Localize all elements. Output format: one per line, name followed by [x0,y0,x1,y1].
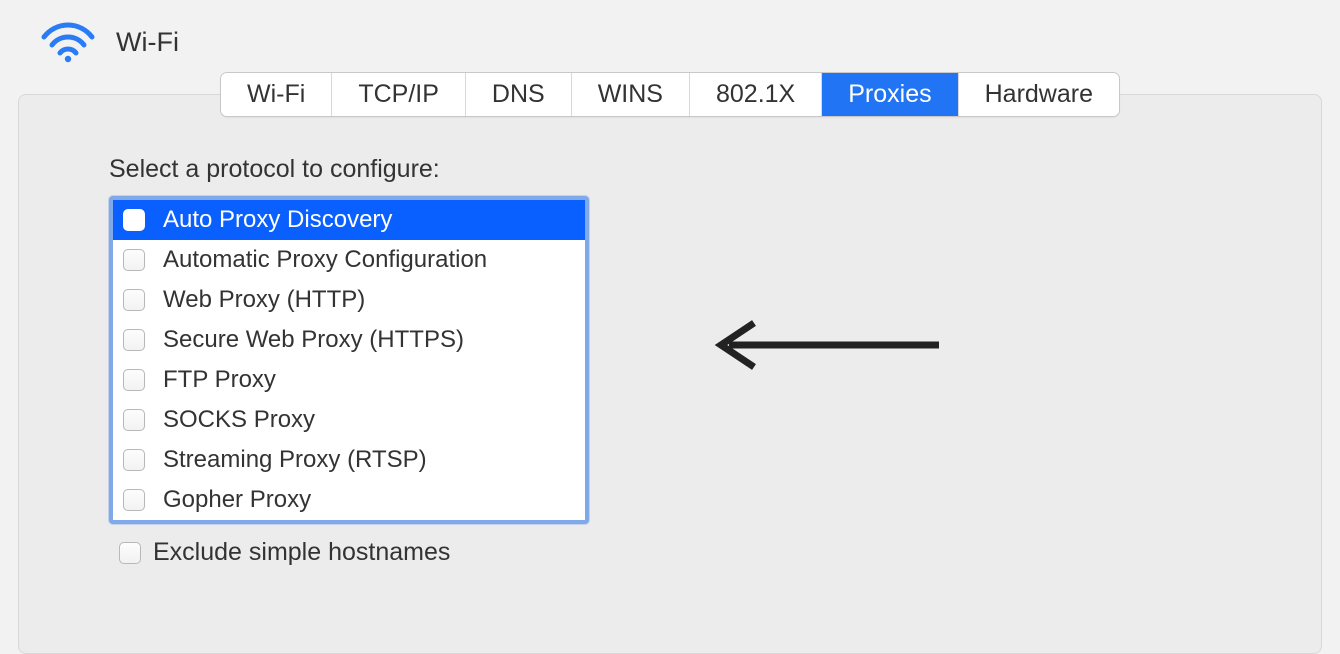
protocol-item-gopher[interactable]: Gopher Proxy [113,480,585,520]
protocol-label: Auto Proxy Discovery [163,206,392,234]
tab-wifi[interactable]: Wi-Fi [221,73,332,116]
exclude-label: Exclude simple hostnames [153,538,450,567]
protocol-label: SOCKS Proxy [163,406,315,434]
checkbox[interactable] [123,369,145,391]
protocol-item-ftp[interactable]: FTP Proxy [113,360,585,400]
tabs: Wi-Fi TCP/IP DNS WINS 802.1X Proxies Har… [220,72,1120,117]
tab-bar: Wi-Fi TCP/IP DNS WINS 802.1X Proxies Har… [0,72,1340,117]
protocol-item-auto-config[interactable]: Automatic Proxy Configuration [113,240,585,280]
protocol-label: Web Proxy (HTTP) [163,286,365,314]
wifi-icon [40,22,96,62]
protocol-label: FTP Proxy [163,366,276,394]
page-title: Wi-Fi [116,27,179,58]
window-header: Wi-Fi [0,0,1340,72]
tab-dns[interactable]: DNS [466,73,572,116]
checkbox[interactable] [119,542,141,564]
checkbox[interactable] [123,489,145,511]
protocol-section-label: Select a protocol to configure: [109,155,1281,184]
checkbox[interactable] [123,449,145,471]
protocol-label: Secure Web Proxy (HTTPS) [163,326,464,354]
protocol-item-https[interactable]: Secure Web Proxy (HTTPS) [113,320,585,360]
arrow-annotation-icon [699,315,949,380]
tab-hardware[interactable]: Hardware [959,73,1119,116]
tab-proxies[interactable]: Proxies [822,73,958,116]
checkbox[interactable] [123,409,145,431]
protocol-label: Streaming Proxy (RTSP) [163,446,427,474]
protocol-item-rtsp[interactable]: Streaming Proxy (RTSP) [113,440,585,480]
protocol-label: Gopher Proxy [163,486,311,514]
checkbox[interactable] [123,209,145,231]
checkbox[interactable] [123,329,145,351]
protocol-item-socks[interactable]: SOCKS Proxy [113,400,585,440]
settings-panel: Select a protocol to configure: Auto Pro… [18,94,1322,654]
exclude-hostnames-row[interactable]: Exclude simple hostnames [119,538,1281,567]
tab-wins[interactable]: WINS [572,73,690,116]
tab-tcpip[interactable]: TCP/IP [332,73,466,116]
protocol-label: Automatic Proxy Configuration [163,246,487,274]
protocol-item-auto-discovery[interactable]: Auto Proxy Discovery [113,200,585,240]
checkbox[interactable] [123,289,145,311]
tab-8021x[interactable]: 802.1X [690,73,822,116]
protocol-list[interactable]: Auto Proxy Discovery Automatic Proxy Con… [109,196,589,524]
protocol-item-http[interactable]: Web Proxy (HTTP) [113,280,585,320]
checkbox[interactable] [123,249,145,271]
